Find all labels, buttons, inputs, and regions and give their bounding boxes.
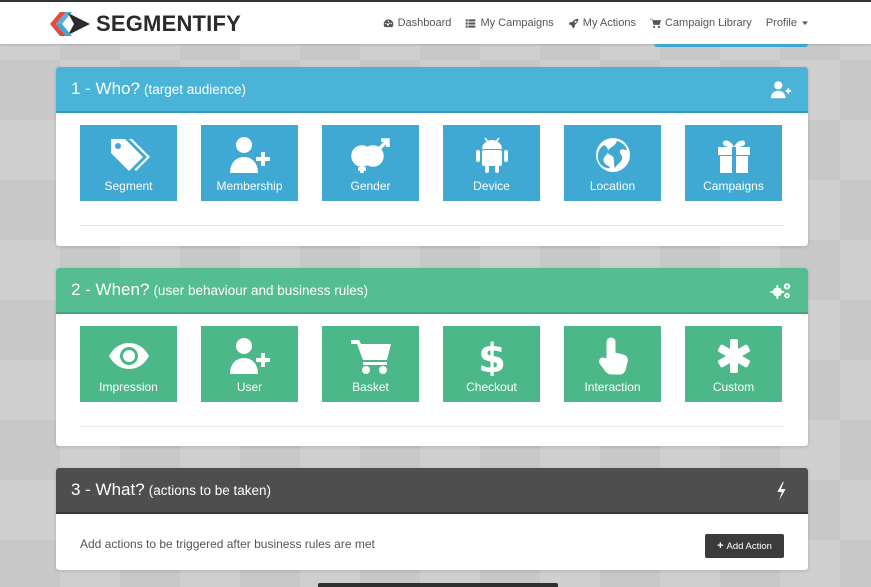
- header-button-edge: [654, 44, 808, 47]
- globe-icon: [591, 135, 635, 175]
- tile-custom[interactable]: Custom: [685, 326, 782, 402]
- gears-icon[interactable]: [770, 281, 792, 301]
- add-action-label: Add Action: [726, 540, 772, 552]
- tile-segment[interactable]: Segment: [80, 125, 177, 201]
- asterisk-icon: [712, 336, 756, 376]
- tile-location-label: Location: [589, 179, 636, 193]
- who-panel: 1 - Who? (target audience) Segment Membe…: [56, 67, 808, 246]
- nav-my-campaigns[interactable]: My Campaigns: [465, 17, 554, 29]
- when-panel: 2 - When? (user behaviour and business r…: [56, 268, 808, 446]
- what-panel-header: 3 - What? (actions to be taken): [56, 468, 808, 514]
- nav-my-actions[interactable]: My Actions: [568, 17, 636, 29]
- bolt-icon[interactable]: [770, 481, 792, 501]
- who-title: 1 - Who?: [71, 79, 140, 98]
- tile-device[interactable]: Device: [443, 125, 540, 201]
- tile-interaction-label: Interaction: [584, 380, 641, 394]
- cart-icon: [349, 336, 393, 376]
- tile-impression[interactable]: Impression: [80, 326, 177, 402]
- nav-campaign-library-label: Campaign Library: [664, 17, 752, 29]
- tile-membership-label: Membership: [216, 179, 283, 193]
- who-tiles: Segment Membership Gender Device Locatio…: [56, 113, 808, 201]
- tile-campaigns[interactable]: Campaigns: [685, 125, 782, 201]
- nav-my-campaigns-label: My Campaigns: [480, 17, 554, 29]
- pointer-hand-icon: [591, 336, 635, 376]
- tile-interaction[interactable]: Interaction: [564, 326, 661, 402]
- top-navbar: SEGMENTIFY Dashboard My Campaigns My Act…: [0, 0, 871, 44]
- dollar-icon: $: [470, 336, 514, 382]
- when-title: 2 - When?: [71, 280, 150, 299]
- brand-logo[interactable]: SEGMENTIFY: [46, 10, 241, 38]
- plus-icon: +: [717, 540, 724, 552]
- tile-gender[interactable]: Gender: [322, 125, 419, 201]
- tile-segment-label: Segment: [104, 179, 153, 193]
- actions-instruction: Add actions to be triggered after busine…: [80, 537, 375, 551]
- tile-basket[interactable]: Basket: [322, 326, 419, 402]
- user-plus-icon: [228, 135, 272, 175]
- tile-gender-label: Gender: [350, 179, 391, 193]
- tile-user[interactable]: User: [201, 326, 298, 402]
- android-icon: [470, 135, 514, 175]
- who-panel-header: 1 - Who? (target audience): [56, 67, 808, 113]
- cart-icon: [649, 18, 661, 28]
- nav-dashboard[interactable]: Dashboard: [383, 17, 452, 29]
- tile-location[interactable]: Location: [564, 125, 661, 201]
- tile-device-label: Device: [473, 179, 510, 193]
- nav-profile-label: Profile: [765, 17, 797, 29]
- tags-icon: [107, 135, 151, 175]
- svg-text:$: $: [478, 336, 506, 376]
- nav-dashboard-label: Dashboard: [397, 17, 452, 29]
- footer-bar-edge: [318, 583, 558, 587]
- tile-user-label: User: [236, 380, 263, 394]
- tile-checkout-label: Checkout: [466, 380, 517, 394]
- gift-icon: [712, 135, 756, 175]
- when-subtitle: (user behaviour and business rules): [153, 282, 369, 298]
- add-user-icon[interactable]: [770, 80, 792, 100]
- what-subtitle: (actions to be taken): [148, 482, 272, 498]
- gender-icon: [349, 135, 393, 175]
- list-icon: [466, 18, 476, 28]
- nav-profile[interactable]: Profile: [766, 17, 809, 29]
- brand-name: SEGMENTIFY: [96, 11, 242, 36]
- segmentify-logo-icon: [50, 12, 90, 36]
- tile-checkout[interactable]: $ Checkout: [443, 326, 540, 402]
- when-divider: [80, 426, 784, 427]
- nav-my-actions-label: My Actions: [582, 17, 636, 29]
- caret-down-icon: [802, 21, 808, 25]
- tile-campaigns-label: Campaigns: [703, 179, 764, 193]
- dashboard-icon: [383, 18, 393, 27]
- tile-membership[interactable]: Membership: [201, 125, 298, 201]
- when-panel-header: 2 - When? (user behaviour and business r…: [56, 268, 808, 314]
- user-plus-icon: [228, 336, 272, 376]
- rocket-icon: [568, 18, 579, 28]
- who-divider: [80, 225, 784, 226]
- tile-custom-label: Custom: [712, 380, 755, 394]
- what-title: 3 - What?: [71, 480, 145, 499]
- main-nav: Dashboard My Campaigns My Actions Campai…: [383, 17, 809, 29]
- add-action-button[interactable]: + Add Action: [705, 534, 784, 558]
- tile-basket-label: Basket: [352, 380, 389, 394]
- nav-campaign-library[interactable]: Campaign Library: [649, 17, 752, 29]
- eye-icon: [107, 336, 151, 376]
- what-panel-body: Add actions to be triggered after busine…: [56, 514, 808, 568]
- what-panel: 3 - What? (actions to be taken) Add acti…: [56, 468, 808, 570]
- when-tiles: Impression User Basket $ Checkout Intera…: [56, 314, 808, 402]
- tile-impression-label: Impression: [99, 380, 158, 394]
- who-subtitle: (target audience): [143, 81, 247, 97]
